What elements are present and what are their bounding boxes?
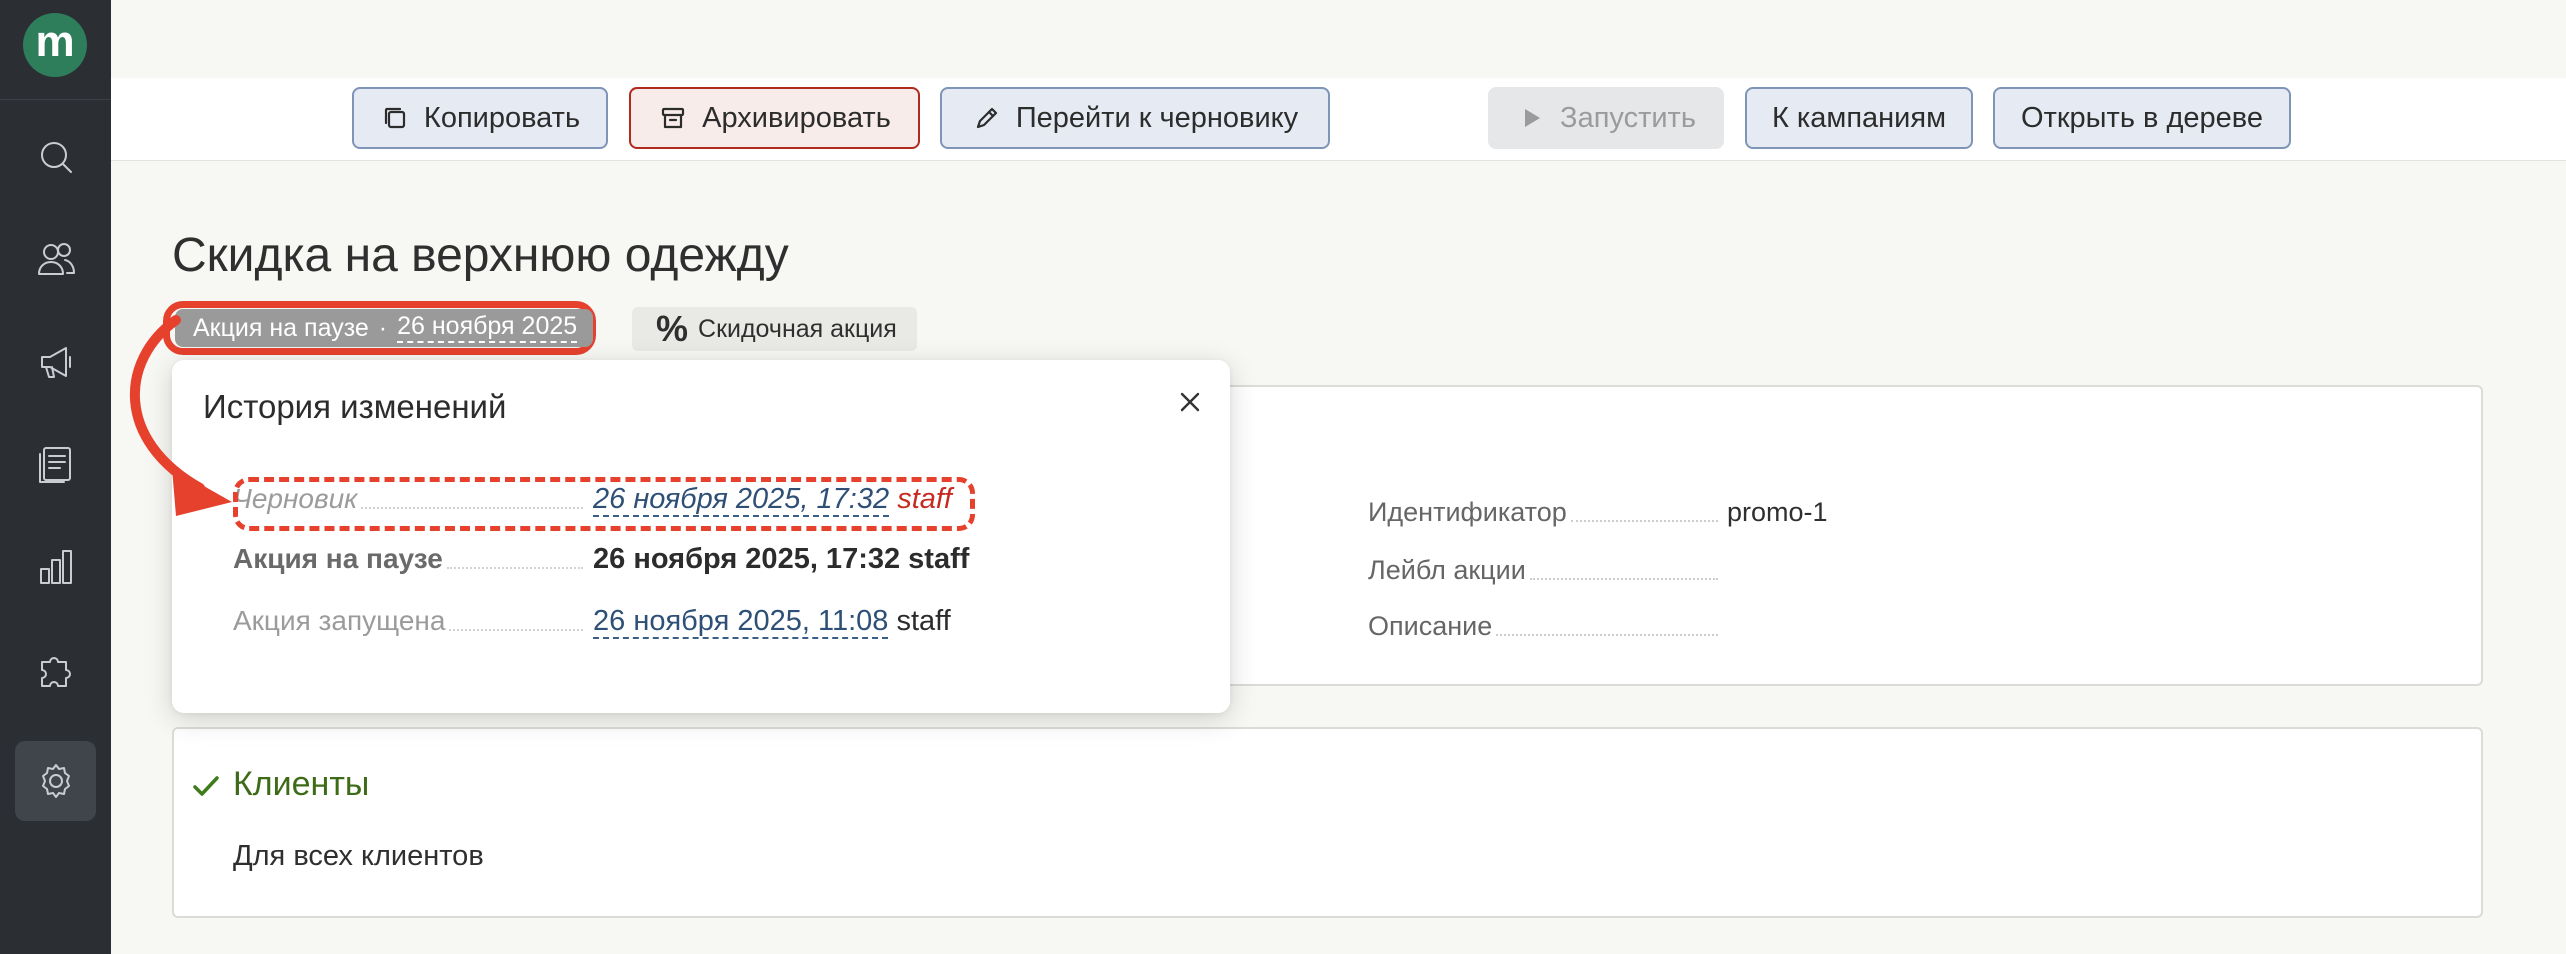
history-user: staff [908, 543, 970, 575]
history-date-current: 26 ноября 2025, 17:32 [593, 543, 901, 575]
promo-badge-label: Лейбл акции [1368, 555, 1718, 586]
clients-description: Для всех клиентов [233, 840, 484, 872]
identifier-value: promo-1 [1727, 497, 1828, 527]
archive-button[interactable]: Архивировать [629, 87, 920, 149]
sidebar-item-analytics[interactable] [15, 527, 96, 607]
sidebar-item-users[interactable] [15, 219, 96, 299]
sidebar-divider [0, 99, 111, 100]
page-title: Скидка на верхнюю одежду [172, 229, 789, 282]
copy-button[interactable]: Копировать [352, 87, 608, 149]
action-toolbar: Копировать Архивировать Перейти к чернов… [111, 78, 2566, 161]
percent-icon: % [656, 308, 689, 349]
copy-button-label: Копировать [423, 101, 581, 134]
to-campaigns-button[interactable]: К кампаниям [1745, 87, 1973, 149]
status-badge[interactable]: Акция на паузе · 26 ноября 2025 [175, 309, 594, 347]
sidebar-item-campaigns[interactable] [15, 322, 96, 402]
history-popup-title: История изменений [203, 388, 507, 425]
promo-type-chip: % Скидочная акция [632, 307, 917, 351]
history-row-date: 26 ноября 2025, 17:32 staff [593, 543, 969, 576]
history-row-paused: Акция на паузе 26 ноября 2025, 17:32 sta… [233, 543, 993, 583]
history-row-started: Акция запущена 26 ноября 2025, 11:08 sta… [233, 605, 993, 645]
history-date-link[interactable]: 26 ноября 2025, 11:08 [593, 605, 889, 639]
receipt-icon [38, 447, 71, 483]
launch-button[interactable]: Запустить [1488, 87, 1724, 149]
launch-button-label: Запустить [1560, 101, 1696, 134]
archive-button-label: Архивировать [702, 101, 891, 134]
sidebar-item-receipts[interactable] [15, 424, 96, 504]
go-to-draft-button-label: Перейти к черновику [1015, 101, 1299, 134]
sidebar-item-settings[interactable] [15, 741, 96, 821]
history-popup: История изменений Черновик 26 ноября 202… [172, 360, 1230, 713]
gear-icon [41, 764, 70, 798]
go-to-draft-button[interactable]: Перейти к черновику [940, 87, 1330, 149]
search-icon [40, 142, 72, 173]
puzzle-icon [40, 657, 71, 687]
clients-card [172, 727, 2483, 918]
sidebar-item-integrations[interactable] [15, 630, 96, 710]
history-row-date: 26 ноября 2025, 11:08 staff [593, 605, 951, 639]
close-button[interactable] [1175, 387, 1205, 417]
close-icon [1180, 392, 1200, 412]
history-user: staff [896, 605, 951, 637]
history-row-label: Акция запущена [233, 605, 593, 637]
open-in-tree-button-label: Открыть в дереве [2021, 101, 2263, 134]
draft-row-highlight [233, 477, 975, 531]
users-icon [37, 243, 75, 275]
bar-chart-icon [39, 550, 72, 584]
to-campaigns-button-label: К кампаниям [1771, 101, 1947, 134]
megaphone-icon [40, 347, 71, 378]
pencil-icon [976, 107, 997, 129]
history-row-label: Акция на паузе [233, 543, 593, 575]
sidebar: m [0, 0, 111, 954]
status-date-link[interactable]: 26 ноября 2025 [397, 313, 578, 343]
promo-type-label: Скидочная акция [698, 314, 897, 343]
copy-icon [384, 107, 406, 129]
archive-icon [662, 107, 685, 129]
status-separator: · [378, 313, 388, 342]
check-icon [190, 770, 222, 802]
clients-section-title[interactable]: Клиенты [233, 765, 369, 804]
open-in-tree-button[interactable]: Открыть в дереве [1993, 87, 2291, 149]
description-label: Описание [1368, 611, 1718, 642]
status-text: Акция на паузе [193, 313, 369, 342]
play-icon [1525, 109, 1541, 127]
identifier-label: Идентификатор [1368, 497, 1718, 528]
sidebar-item-search[interactable] [15, 117, 96, 197]
app-logo[interactable]: m [23, 13, 87, 77]
